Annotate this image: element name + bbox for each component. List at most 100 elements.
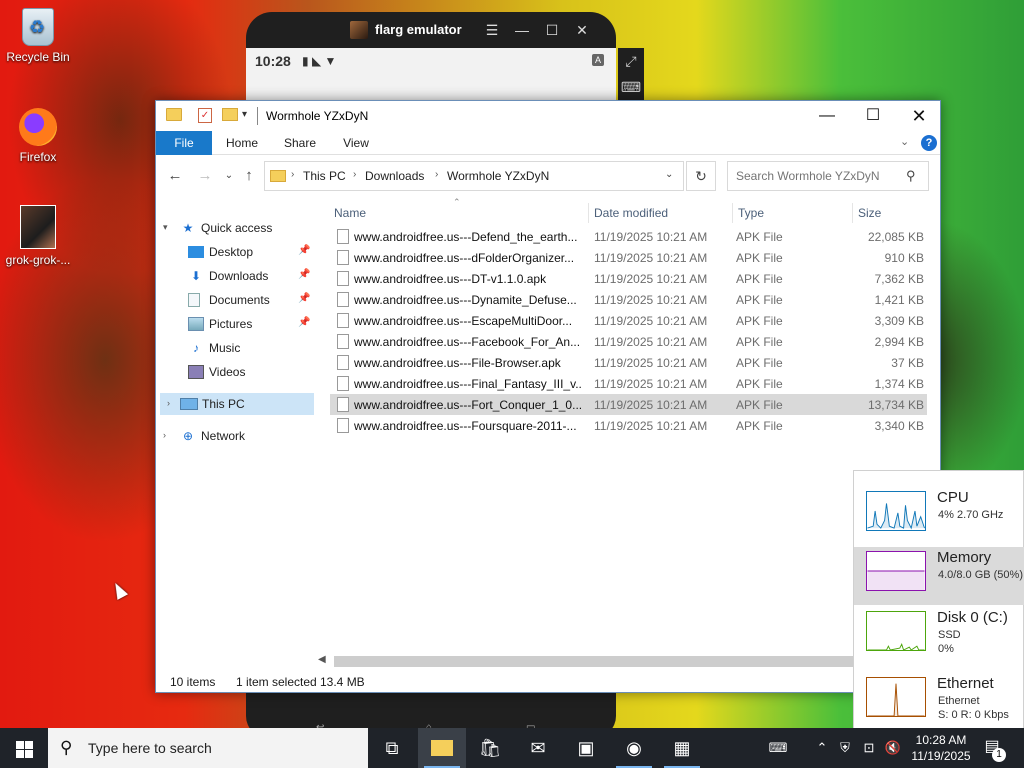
- file-row[interactable]: www.androidfree.us---Facebook_For_An... 1…: [330, 331, 927, 352]
- chevron-down-icon[interactable]: ▾: [163, 222, 168, 233]
- file-size: 3,309 KB: [874, 314, 924, 328]
- help-icon[interactable]: ?: [921, 135, 937, 151]
- minimize-button[interactable]: —: [804, 101, 850, 131]
- emulator-taskbar-icon[interactable]: ▦: [658, 728, 706, 768]
- nav-item-desktop[interactable]: Desktop 📌: [156, 241, 316, 263]
- pin-icon[interactable]: 📌: [298, 269, 310, 280]
- column-divider[interactable]: [732, 203, 733, 223]
- perf-item-disk[interactable]: Disk 0 (C:) SSD 0%: [854, 607, 1024, 665]
- keyboard-layout-icon[interactable]: ⌨: [760, 728, 796, 768]
- scroll-left-icon[interactable]: ◀: [318, 654, 326, 665]
- chevron-right-icon[interactable]: ›: [291, 169, 294, 180]
- breadcrumb-this-pc[interactable]: This PC: [303, 169, 346, 183]
- column-header-date[interactable]: Date modified: [594, 206, 668, 220]
- file-name: www.androidfree.us---File-Browser.apk: [354, 356, 561, 370]
- photos-icon[interactable]: ▣: [562, 728, 610, 768]
- chevron-up-icon[interactable]: ⌃: [812, 728, 832, 768]
- forward-arrow-icon[interactable]: →: [194, 166, 216, 186]
- recent-locations-icon[interactable]: ⌄: [218, 166, 240, 186]
- desktop-icon-label: Firefox: [19, 150, 57, 164]
- tab-share[interactable]: Share: [274, 131, 326, 155]
- chevron-down-icon[interactable]: ⌄: [665, 169, 673, 180]
- breadcrumb-current-folder[interactable]: Wormhole YZxDyN: [447, 169, 549, 183]
- file-row[interactable]: www.androidfree.us---EscapeMultiDoor... 1…: [330, 310, 927, 331]
- fullscreen-icon[interactable]: ⤢: [618, 48, 644, 74]
- menu-icon[interactable]: ☰: [482, 20, 502, 40]
- nav-item-videos[interactable]: Videos: [156, 361, 316, 383]
- nav-item-downloads[interactable]: ⬇ Downloads 📌: [156, 265, 316, 287]
- pin-icon[interactable]: 📌: [298, 293, 310, 304]
- close-button[interactable]: ✕: [896, 101, 942, 131]
- start-button[interactable]: [0, 728, 48, 768]
- horizontal-scrollbar[interactable]: ◀: [316, 654, 856, 668]
- tab-home[interactable]: Home: [216, 131, 268, 155]
- search-box[interactable]: ⚲: [727, 161, 929, 191]
- chevron-right-icon[interactable]: ›: [163, 430, 166, 440]
- expand-ribbon-icon[interactable]: ⌄: [900, 135, 909, 148]
- file-row[interactable]: www.androidfree.us---dFolderOrganizer...…: [330, 247, 927, 268]
- pin-icon[interactable]: 📌: [298, 245, 310, 256]
- perf-item-ethernet[interactable]: Ethernet Ethernet S: 0 R: 0 Kbps: [854, 673, 1024, 731]
- firefox-taskbar-icon[interactable]: ◉: [610, 728, 658, 768]
- store-icon[interactable]: 🛍: [466, 728, 514, 768]
- back-arrow-icon[interactable]: ←: [164, 166, 186, 186]
- nav-item-quick-access[interactable]: ▾ ★ Quick access: [156, 217, 316, 239]
- explorer-titlebar[interactable]: ✓ ▾ Wormhole YZxDyN — ☐ ✕: [156, 101, 940, 131]
- file-row[interactable]: www.androidfree.us---File-Browser.apk 11/…: [330, 352, 927, 373]
- address-bar[interactable]: › This PC › Downloads › Wormhole YZxDyN …: [264, 161, 684, 191]
- chevron-right-icon[interactable]: ›: [435, 169, 438, 180]
- breadcrumb-downloads[interactable]: Downloads: [365, 169, 424, 183]
- desktop-icon-firefox[interactable]: Firefox: [0, 108, 76, 164]
- scrollbar-thumb[interactable]: [334, 656, 854, 667]
- taskbar-clock[interactable]: 10:28 AM 11/19/2025: [906, 732, 976, 764]
- tab-view[interactable]: View: [332, 131, 380, 155]
- desktop-icon-grok[interactable]: grok-grok-...: [0, 205, 76, 267]
- emulator-titlebar[interactable]: flarg emulator ☰ — ☐ ✕: [246, 12, 616, 50]
- new-folder-icon[interactable]: [222, 108, 238, 121]
- nav-item-music[interactable]: ♪ Music: [156, 337, 316, 359]
- nav-item-network[interactable]: › ⊕ Network: [156, 425, 316, 447]
- file-row[interactable]: www.androidfree.us---Final_Fantasy_III_v…: [330, 373, 927, 394]
- security-icon[interactable]: ⛨: [834, 728, 856, 768]
- minimize-icon[interactable]: —: [512, 20, 532, 40]
- emulator-screen[interactable]: 10:28 ▮ ◣ ▼ A: [246, 48, 616, 108]
- maximize-button[interactable]: ☐: [850, 101, 896, 131]
- column-header-name[interactable]: Name: [334, 206, 366, 220]
- column-divider[interactable]: [588, 203, 589, 223]
- file-explorer-taskbar-icon[interactable]: [418, 728, 466, 768]
- network-tray-icon[interactable]: ⊡: [858, 728, 880, 768]
- up-arrow-icon[interactable]: ↑: [238, 166, 260, 186]
- nav-item-documents[interactable]: Documents 📌: [156, 289, 316, 311]
- properties-icon[interactable]: ✓: [198, 108, 212, 123]
- file-row[interactable]: www.androidfree.us---Defend_the_earth...…: [330, 226, 927, 247]
- file-row[interactable]: www.androidfree.us---Foursquare-2011-...…: [330, 415, 927, 436]
- tab-file[interactable]: File: [156, 131, 212, 155]
- file-row[interactable]: www.androidfree.us---Fort_Conquer_1_0...…: [330, 394, 927, 415]
- mail-icon[interactable]: ✉: [514, 728, 562, 768]
- file-row[interactable]: www.androidfree.us---DT-v1.1.0.apk 11/19/…: [330, 268, 927, 289]
- nav-item-pictures[interactable]: Pictures 📌: [156, 313, 316, 335]
- perf-item-cpu[interactable]: CPU 4% 2.70 GHz: [854, 487, 1024, 545]
- file-explorer-window[interactable]: ✓ ▾ Wormhole YZxDyN — ☐ ✕ File Home Shar…: [155, 100, 941, 693]
- chevron-right-icon[interactable]: ›: [353, 169, 356, 180]
- chevron-right-icon[interactable]: ›: [167, 398, 170, 408]
- search-input[interactable]: [736, 169, 901, 183]
- task-view-icon[interactable]: ⧉: [368, 728, 416, 768]
- column-header-size[interactable]: Size: [858, 206, 881, 220]
- column-divider[interactable]: [852, 203, 853, 223]
- keyboard-icon[interactable]: ⌨: [618, 74, 644, 100]
- taskbar-search-box[interactable]: ⚲ Type here to search: [48, 728, 368, 768]
- refresh-button[interactable]: ↻: [686, 161, 716, 191]
- column-header-type[interactable]: Type: [738, 206, 764, 220]
- volume-muted-icon[interactable]: 🔇: [882, 728, 904, 768]
- nav-item-this-pc[interactable]: › This PC: [160, 393, 314, 415]
- pictures-icon: [188, 317, 204, 331]
- perf-item-memory[interactable]: Memory 4.0/8.0 GB (50%): [854, 547, 1024, 605]
- chevron-down-icon[interactable]: ▾: [242, 109, 247, 120]
- desktop-icon-recycle-bin[interactable]: Recycle Bin: [0, 8, 76, 64]
- maximize-icon[interactable]: ☐: [542, 20, 562, 40]
- file-date: 11/19/2025 10:21 AM: [594, 230, 708, 244]
- close-icon[interactable]: ✕: [572, 20, 592, 40]
- pin-icon[interactable]: 📌: [298, 317, 310, 328]
- file-row[interactable]: www.androidfree.us---Dynamite_Defuse... 1…: [330, 289, 927, 310]
